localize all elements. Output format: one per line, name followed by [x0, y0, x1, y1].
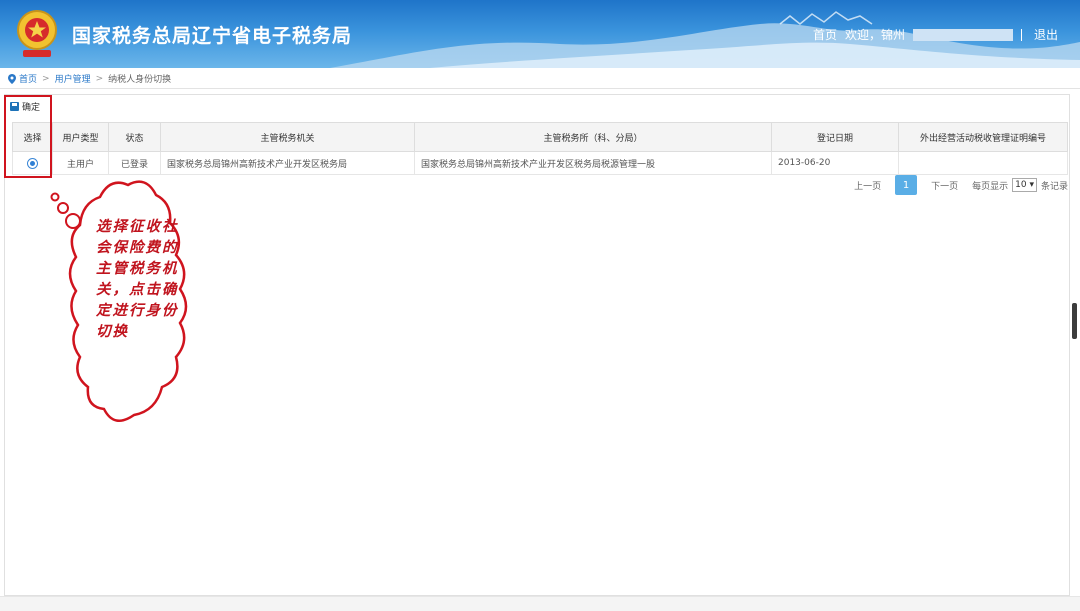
page-scrollbar[interactable] [1072, 303, 1077, 339]
breadcrumb-home[interactable]: 首页 [19, 72, 37, 85]
breadcrumb-separator: > [42, 73, 50, 84]
breadcrumb-current: 纳税人身份切换 [108, 75, 172, 85]
cell-tax-office: 国家税务总局锦州高新技术产业开发区税务局税源管理一股 [414, 151, 772, 175]
breadcrumb-divider [0, 88, 1080, 89]
tax-emblem-icon [17, 10, 57, 57]
logout-link[interactable]: 退出 [1034, 26, 1058, 43]
column-header-user-type: 用户类型 [52, 122, 109, 152]
annotation-text: 选择征收社会保险费的主管税务机关，点击确定进行身份切换 [96, 218, 179, 340]
bottom-strip [0, 596, 1080, 611]
cell-tax-authority: 国家税务总局锦州高新技术产业开发区税务局 [160, 151, 415, 175]
next-page-link[interactable]: 下一页 [931, 179, 958, 192]
table-row[interactable]: 主用户 已登录 国家税务总局锦州高新技术产业开发区税务局 国家税务总局锦州高新技… [12, 151, 1068, 175]
welcome-text: 欢迎，锦州 [844, 28, 905, 42]
column-header-reg-date: 登记日期 [771, 122, 899, 152]
per-page-label: 每页显示 [972, 181, 1009, 192]
cell-reg-date: 2013-06-20 [771, 151, 899, 175]
records-label: 条记录 [1040, 181, 1068, 192]
cell-user-type: 主用户 [52, 151, 109, 175]
cell-cert-no [898, 151, 1068, 175]
table-header-row: 选择 用户类型 状态 主管税务机关 主管税务所（科、分局） 登记日期 外出经营活… [12, 122, 1068, 152]
per-page-select[interactable]: 10 ▾ [1012, 178, 1037, 192]
breadcrumb: 首页 > 用户管理 > 纳税人身份切换 [8, 72, 171, 85]
column-header-status: 状态 [108, 122, 161, 152]
column-header-cert-no: 外出经营活动税收管理证明编号 [898, 122, 1068, 152]
redacted-username [912, 28, 1013, 41]
app-header: 国家税务总局辽宁省电子税务局 首页 欢迎，锦州 退出 [0, 0, 1080, 68]
page-number-current[interactable]: 1 [895, 175, 918, 195]
breadcrumb-user-management[interactable]: 用户管理 [55, 72, 91, 85]
breadcrumb-separator: > [95, 73, 104, 84]
site-title: 国家税务总局辽宁省电子税务局 [72, 25, 353, 47]
prev-page-link[interactable]: 上一页 [854, 179, 881, 192]
nav-divider [1020, 28, 1022, 41]
location-pin-icon [8, 73, 16, 84]
home-link[interactable]: 首页 [813, 26, 837, 43]
column-header-tax-authority: 主管税务机关 [160, 122, 415, 152]
cell-status: 已登录 [108, 151, 161, 175]
column-header-tax-office: 主管税务所（科、分局） [414, 122, 772, 152]
pagination: 上一页 1 下一页 每页显示 10 ▾ 条记录 [846, 175, 1068, 195]
highlight-box [4, 95, 52, 178]
identity-table: 选择 用户类型 状态 主管税务机关 主管税务所（科、分局） 登记日期 外出经营活… [12, 122, 1068, 175]
top-nav: 首页 欢迎，锦州 退出 [805, 26, 1058, 43]
